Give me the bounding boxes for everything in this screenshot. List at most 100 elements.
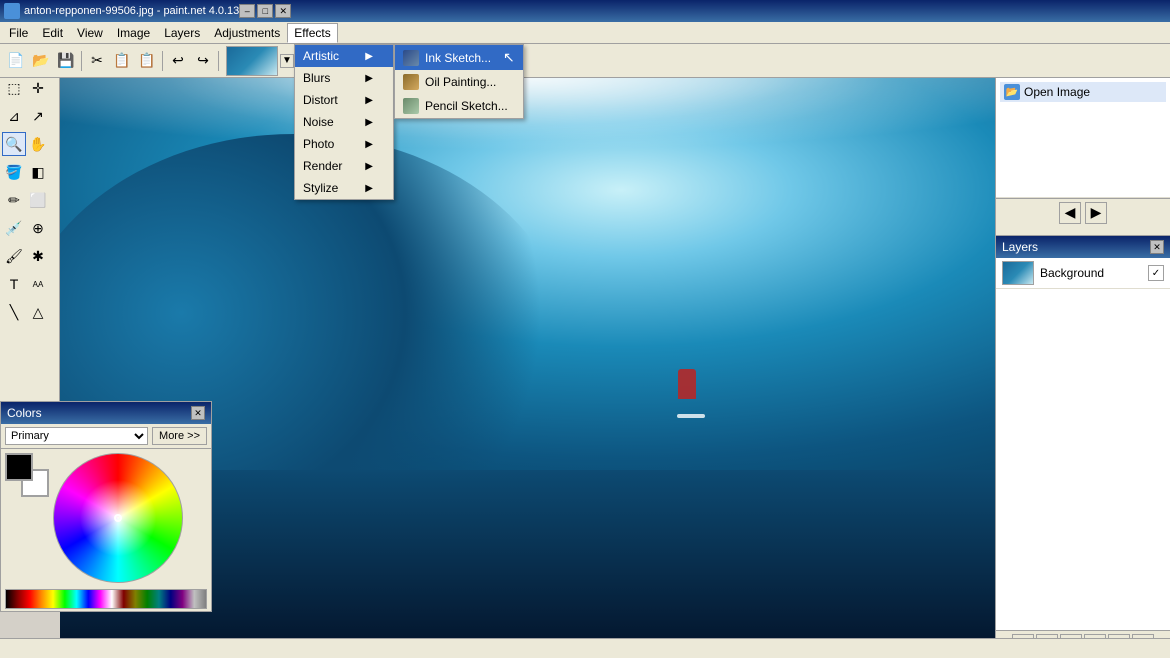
- window-controls[interactable]: – □ ✕: [239, 4, 291, 18]
- gradient-tool[interactable]: ◧: [26, 160, 50, 184]
- layer-thumbnail: [1002, 261, 1034, 285]
- right-panels: History ✕ 📂 Open Image ◀ ▶ Layers ✕ Back…: [995, 56, 1170, 658]
- copy-button[interactable]: 📋: [110, 49, 134, 73]
- history-item-open-image[interactable]: 📂 Open Image: [1000, 82, 1166, 102]
- effects-menu-distort[interactable]: Distort ▶: [295, 89, 393, 111]
- menu-edit[interactable]: Edit: [35, 23, 70, 43]
- selection-tool[interactable]: ⬚: [2, 76, 26, 100]
- app-icon: [4, 3, 20, 19]
- tools-panel: To... ✕ ⬚ ✛ ⊿ ↗ 🔍 ✋ 🪣 ◧ ✏ ⬜ 💉 ⊕ 🖌 ✱ T AA…: [0, 56, 60, 401]
- menu-adjustments[interactable]: Adjustments: [207, 23, 287, 43]
- stylize-arrow: ▶: [365, 183, 373, 194]
- effects-menu-artistic[interactable]: Artistic ▶: [295, 45, 393, 67]
- pencil-sketch-label: Pencil Sketch...: [425, 99, 508, 113]
- thumbnail-dropdown[interactable]: ▼: [280, 54, 294, 68]
- layer-visibility-toggle[interactable]: ✓: [1148, 265, 1164, 281]
- menu-bar: File Edit View Image Layers Adjustments …: [0, 22, 1170, 44]
- primary-color-swatch[interactable]: [5, 453, 33, 481]
- maximize-button[interactable]: □: [257, 4, 273, 18]
- color-picker-area: [1, 449, 211, 587]
- effects-menu-noise[interactable]: Noise ▶: [295, 111, 393, 133]
- primary-secondary-colors: [5, 453, 49, 497]
- color-palette-bar[interactable]: [5, 589, 207, 609]
- redo-button[interactable]: ↪: [191, 49, 215, 73]
- paint-bucket[interactable]: 🪣: [2, 160, 26, 184]
- history-item-label: Open Image: [1024, 85, 1090, 99]
- effects-menu-stylize-label: Stylize: [303, 181, 338, 195]
- effects-menu-photo[interactable]: Photo ▶: [295, 133, 393, 155]
- menu-file[interactable]: File: [2, 23, 35, 43]
- clone-stamp[interactable]: ⊕: [26, 216, 50, 240]
- minimize-button[interactable]: –: [239, 4, 255, 18]
- ink-sketch-item[interactable]: Ink Sketch... ↖: [395, 45, 523, 70]
- tools-row-2: ⊿ ↗: [0, 102, 59, 130]
- color-mode-select[interactable]: Primary Secondary: [5, 427, 148, 445]
- effects-menu-photo-label: Photo: [303, 137, 334, 151]
- ink-sketch-label: Ink Sketch...: [425, 51, 491, 65]
- colors-panel-header: Colors ✕: [1, 402, 211, 424]
- layers-panel-close[interactable]: ✕: [1150, 240, 1164, 254]
- menu-image[interactable]: Image: [110, 23, 157, 43]
- history-undo-btn[interactable]: ◀: [1059, 202, 1081, 224]
- surfer-figure: [678, 369, 696, 399]
- pencil-sketch-item[interactable]: Pencil Sketch...: [395, 94, 523, 118]
- effects-menu-render[interactable]: Render ▶: [295, 155, 393, 177]
- layers-list: Background ✓: [996, 258, 1170, 630]
- transform-tool[interactable]: ↗: [26, 104, 50, 128]
- title-bar: anton-repponen-99506.jpg - paint.net 4.0…: [0, 0, 1170, 22]
- toolbar-sep-1: [81, 51, 82, 71]
- new-button[interactable]: 📄: [4, 49, 28, 73]
- effects-menu-artistic-label: Artistic: [303, 49, 339, 63]
- color-picker-tool[interactable]: 💉: [2, 216, 26, 240]
- colors-panel: Colors ✕ Primary Secondary More >>: [0, 401, 212, 612]
- document-thumbnail: [226, 46, 278, 76]
- layers-panel-title: Layers: [1002, 240, 1038, 254]
- toolbar-sep-3: [218, 51, 219, 71]
- color-wheel[interactable]: [53, 453, 183, 583]
- status-bar: [0, 638, 1170, 658]
- document-thumbnail-area: ▼: [226, 46, 294, 76]
- menu-layers[interactable]: Layers: [157, 23, 207, 43]
- color-more-btn[interactable]: More >>: [152, 427, 207, 445]
- artistic-arrow: ▶: [365, 51, 373, 62]
- tools-row-6: 💉 ⊕: [0, 214, 59, 242]
- layer-item-background[interactable]: Background ✓: [996, 258, 1170, 289]
- effects-menu-noise-label: Noise: [303, 115, 334, 129]
- history-panel-footer: ◀ ▶: [996, 198, 1170, 226]
- tools-row-3: 🔍 ✋: [0, 130, 59, 158]
- close-button[interactable]: ✕: [275, 4, 291, 18]
- colors-panel-close[interactable]: ✕: [191, 406, 205, 420]
- tools-row-8: T AA: [0, 270, 59, 298]
- menu-effects[interactable]: Effects: [287, 23, 337, 43]
- pan-tool[interactable]: ✋: [26, 132, 50, 156]
- pencil-tool[interactable]: ✏: [2, 188, 26, 212]
- save-button[interactable]: 💾: [54, 49, 78, 73]
- zoom-tool selected[interactable]: 🔍: [2, 132, 26, 156]
- blurs-arrow: ▶: [365, 73, 373, 84]
- cut-button[interactable]: ✂: [85, 49, 109, 73]
- effects-menu-blurs[interactable]: Blurs ▶: [295, 67, 393, 89]
- eraser-tool[interactable]: ⬜: [26, 188, 50, 212]
- undo-button[interactable]: ↩: [166, 49, 190, 73]
- text-tool[interactable]: T: [2, 272, 26, 296]
- brush-tool[interactable]: ✱: [26, 244, 50, 268]
- move-tool[interactable]: ✛: [26, 76, 50, 100]
- effects-menu-stylize[interactable]: Stylize ▶: [295, 177, 393, 199]
- lasso-tool[interactable]: ⊿: [2, 104, 26, 128]
- layers-panel-header: Layers ✕: [996, 236, 1170, 258]
- shape-tool[interactable]: △: [26, 300, 50, 324]
- oil-painting-icon: [403, 74, 419, 90]
- noise-arrow: ▶: [365, 117, 373, 128]
- oil-painting-item[interactable]: Oil Painting...: [395, 70, 523, 94]
- line-tool[interactable]: ╲: [2, 300, 26, 324]
- layer-name: Background: [1040, 266, 1142, 280]
- aa-tool[interactable]: AA: [26, 272, 50, 296]
- recolor-tool[interactable]: 🖌: [2, 244, 26, 268]
- tools-row-9: ╲ △: [0, 298, 59, 326]
- paste-button[interactable]: 📋: [135, 49, 159, 73]
- tools-row-7: 🖌 ✱: [0, 242, 59, 270]
- history-redo-btn[interactable]: ▶: [1085, 202, 1107, 224]
- history-panel-content: 📂 Open Image: [996, 78, 1170, 198]
- menu-view[interactable]: View: [70, 23, 110, 43]
- open-button[interactable]: 📂: [29, 49, 53, 73]
